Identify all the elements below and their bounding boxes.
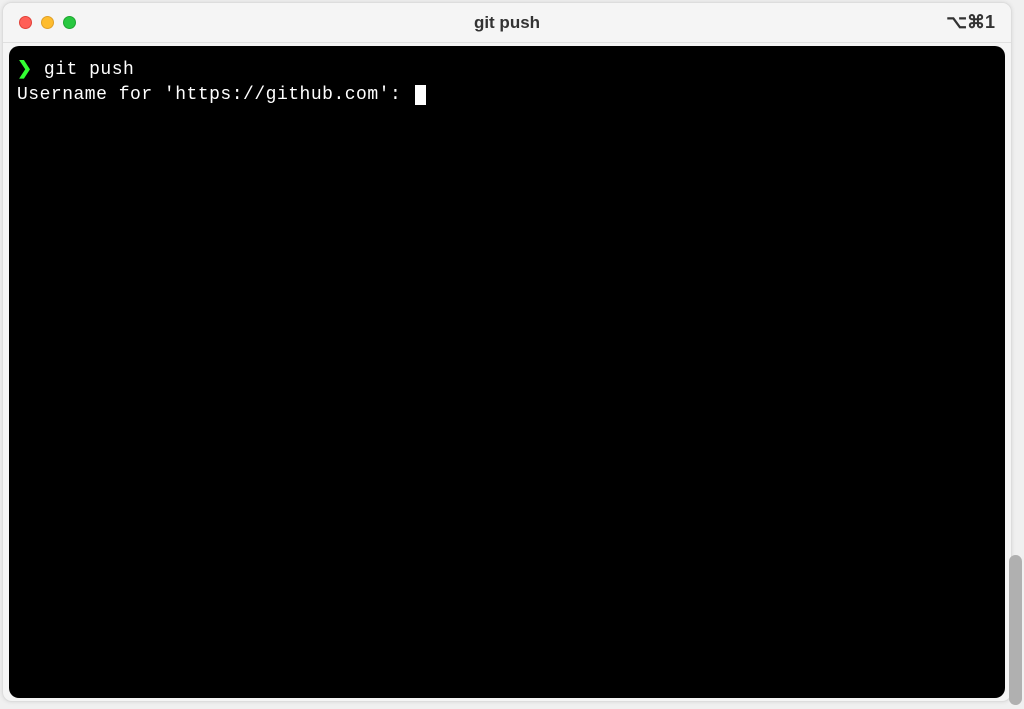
prompt-symbol: ❯ (17, 60, 33, 80)
minimize-button[interactable] (41, 16, 54, 29)
shortcut-hint: ⌥⌘1 (946, 12, 995, 33)
close-button[interactable] (19, 16, 32, 29)
username-prompt: Username for 'https://github.com': (17, 85, 413, 105)
traffic-lights (3, 16, 76, 29)
scrollbar[interactable] (1009, 555, 1022, 705)
cursor-icon (415, 85, 426, 105)
terminal-window: git push ⌥⌘1 ❯ git push Username for 'ht… (2, 2, 1012, 702)
command-text: git push (44, 60, 134, 80)
terminal-body[interactable]: ❯ git push Username for 'https://github.… (9, 46, 1005, 698)
command-line: ❯ git push (17, 58, 997, 83)
titlebar: git push ⌥⌘1 (3, 3, 1011, 43)
window-title: git push (474, 13, 540, 33)
output-line: Username for 'https://github.com': (17, 83, 997, 108)
zoom-button[interactable] (63, 16, 76, 29)
